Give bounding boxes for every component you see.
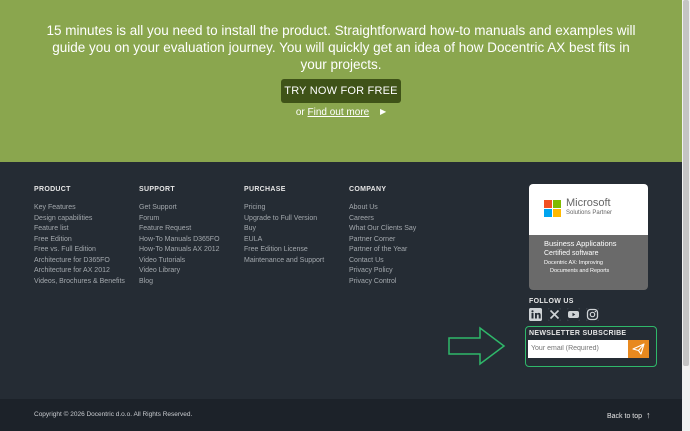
footer-link[interactable]: Design capabilities <box>34 214 125 225</box>
newsletter-email-input[interactable] <box>528 340 628 358</box>
vertical-scrollbar[interactable] <box>682 0 690 431</box>
column-heading: PURCHASE <box>244 186 286 193</box>
hero-description: 15 minutes is all you need to install th… <box>46 23 636 72</box>
badge-header: Microsoft Solutions Partner <box>529 184 648 235</box>
footer-link[interactable]: Pricing <box>244 203 324 214</box>
back-to-top-link[interactable]: Back to top ↑ <box>607 410 650 420</box>
footer-link[interactable]: How-To Manuals D365FO <box>139 235 220 246</box>
footer-link[interactable]: Careers <box>349 214 416 225</box>
bottom-bar: Copyright © 2026 Docentric d.o.o. All Ri… <box>0 399 682 431</box>
footer-link[interactable]: Key Features <box>34 203 125 214</box>
or-text: or <box>295 107 305 118</box>
back-to-top-label: Back to top <box>607 413 643 420</box>
footer-link[interactable]: Partner of the Year <box>349 245 416 256</box>
footer-link[interactable]: Video Library <box>139 266 220 277</box>
footer-link[interactable]: Maintenance and Support <box>244 256 324 267</box>
badge-body: Business Applications Certified software… <box>529 235 648 290</box>
footer-link[interactable]: Free Edition License <box>244 245 324 256</box>
column-heading: COMPANY <box>349 186 387 193</box>
footer-column-product: PRODUCT Key Features Design capabilities… <box>34 186 125 287</box>
footer-link[interactable]: What Our Clients Say <box>349 224 416 235</box>
badge-line: Docentric AX: Improving <box>544 260 603 266</box>
footer-link[interactable]: Free vs. Full Edition <box>34 245 125 256</box>
badge-line: Documents and Reports <box>550 268 610 274</box>
footer-link[interactable]: Privacy Control <box>349 277 416 288</box>
footer-link[interactable]: Forum <box>139 214 220 225</box>
footer-link[interactable]: Buy <box>244 224 324 235</box>
try-now-button[interactable]: TRY NOW FOR FREE <box>281 79 401 103</box>
footer-link[interactable]: Architecture for AX 2012 <box>34 266 125 277</box>
annotation-arrow-icon <box>448 326 506 366</box>
x-icon[interactable] <box>548 308 561 321</box>
newsletter-section: NEWSLETTER SUBSCRIBE <box>525 326 657 367</box>
footer-link[interactable]: Contact Us <box>349 256 416 267</box>
site-footer: PRODUCT Key Features Design capabilities… <box>0 162 682 399</box>
microsoft-logo-icon <box>544 200 561 217</box>
badge-line: Certified software <box>544 250 599 257</box>
footer-link[interactable]: Get Support <box>139 203 220 214</box>
instagram-icon[interactable] <box>586 308 599 321</box>
column-heading: PRODUCT <box>34 186 71 193</box>
footer-link[interactable]: Architecture for D365FO <box>34 256 125 267</box>
arrow-up-icon: ↑ <box>645 410 651 420</box>
arrow-right-icon[interactable]: ▶ <box>380 107 386 116</box>
badge-brand: Microsoft <box>566 197 611 209</box>
footer-link[interactable]: Privacy Policy <box>349 266 416 277</box>
scrollbar-thumb[interactable] <box>683 0 689 366</box>
follow-us-heading: FOLLOW US <box>529 298 574 305</box>
footer-link[interactable]: EULA <box>244 235 324 246</box>
column-heading: SUPPORT <box>139 186 175 193</box>
footer-link[interactable]: Video Tutorials <box>139 256 220 267</box>
newsletter-heading: NEWSLETTER SUBSCRIBE <box>529 330 627 337</box>
footer-link[interactable]: Feature Request <box>139 224 220 235</box>
footer-column-company: COMPANY About Us Careers What Our Client… <box>349 186 416 287</box>
copyright-text: Copyright © 2026 Docentric d.o.o. All Ri… <box>34 411 193 418</box>
microsoft-partner-badge[interactable]: Microsoft Solutions Partner Business App… <box>529 184 648 290</box>
footer-link[interactable]: Videos, Brochures & Benefits <box>34 277 125 288</box>
badge-line: Business Applications <box>544 239 617 248</box>
footer-link[interactable]: Free Edition <box>34 235 125 246</box>
find-out-more-link[interactable]: Find out more <box>308 107 370 118</box>
footer-link[interactable]: Blog <box>139 277 220 288</box>
linkedin-icon[interactable] <box>529 308 542 321</box>
footer-link[interactable]: Partner Corner <box>349 235 416 246</box>
footer-link[interactable]: About Us <box>349 203 416 214</box>
footer-link[interactable]: How-To Manuals AX 2012 <box>139 245 220 256</box>
badge-subtitle: Solutions Partner <box>566 210 613 216</box>
footer-column-support: SUPPORT Get Support Forum Feature Reques… <box>139 186 220 287</box>
find-out-more-row: or Find out more ▶ <box>0 107 682 118</box>
footer-link[interactable]: Feature list <box>34 224 125 235</box>
send-icon <box>632 343 645 355</box>
newsletter-submit-button[interactable] <box>628 340 649 358</box>
hero-section: 15 minutes is all you need to install th… <box>0 0 682 162</box>
footer-column-purchase: PURCHASE Pricing Upgrade to Full Version… <box>244 186 324 266</box>
footer-link[interactable]: Upgrade to Full Version <box>244 214 324 225</box>
youtube-icon[interactable] <box>567 308 580 321</box>
